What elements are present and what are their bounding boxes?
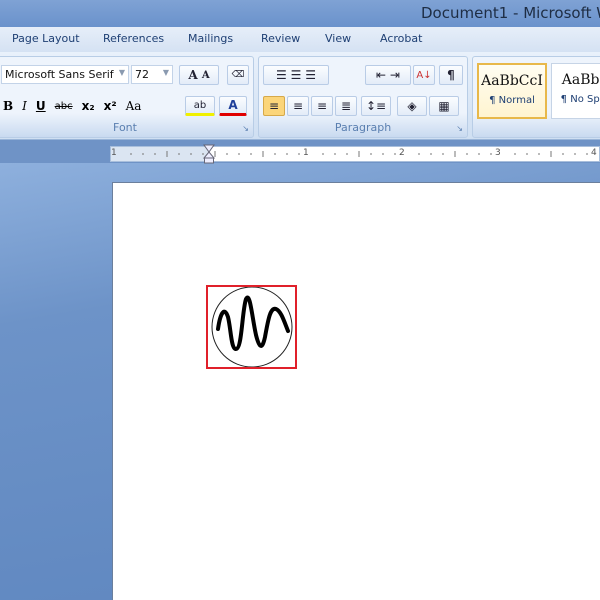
show-formatting-button[interactable]: ¶: [439, 65, 463, 85]
paragraph-group: ☰ ☰ ☰ ⇤ ⇥ A↓ ¶ ≡ ≡ ≡ ≣ ↕≡ ◈ ▦ Paragraph …: [258, 56, 468, 138]
ruler-label: 1: [303, 148, 309, 158]
multilevel-list-icon[interactable]: ☰: [305, 68, 316, 82]
indent-marker-icon[interactable]: [203, 144, 215, 164]
font-size-select[interactable]: 72 ▼: [131, 65, 173, 84]
style-normal[interactable]: AaBbCcI ¶ Normal: [477, 63, 547, 119]
paragraph-group-label: Paragraph: [334, 121, 392, 134]
style-no-spacing[interactable]: AaBbC ¶ No Spac: [551, 63, 600, 119]
dialog-launcher-icon[interactable]: ↘: [456, 124, 463, 133]
tab-review[interactable]: Review: [261, 32, 300, 45]
align-center-icon: ≡: [292, 99, 304, 113]
borders-icon: ▦: [438, 99, 450, 113]
bullets-icon[interactable]: ☰: [276, 68, 287, 82]
style-sample: AaBbC: [561, 72, 600, 88]
line-spacing-button[interactable]: ↕≡: [361, 96, 391, 116]
dialog-launcher-icon[interactable]: ↘: [242, 124, 249, 133]
tab-view[interactable]: View: [325, 32, 351, 45]
font-name-value: Microsoft Sans Serif: [5, 68, 114, 81]
underline-button[interactable]: U: [36, 99, 46, 113]
horizontal-ruler[interactable]: 1 1 2 3 4: [110, 144, 600, 164]
increase-indent-icon[interactable]: ⇥: [390, 68, 400, 82]
font-name-select[interactable]: Microsoft Sans Serif ▼: [1, 65, 129, 84]
font-color-icon: A: [228, 98, 238, 112]
grow-font-icon[interactable]: A: [188, 68, 197, 82]
decrease-indent-icon[interactable]: ⇤: [376, 68, 386, 82]
justify-icon: ≣: [340, 99, 352, 113]
font-size-value: 72: [135, 68, 149, 81]
borders-button[interactable]: ▦: [429, 96, 459, 116]
ruler-ticks: [130, 151, 588, 157]
font-group: Microsoft Sans Serif ▼ 72 ▼ A A ⌫ B I U ab…: [0, 56, 254, 138]
numbering-icon[interactable]: ☰: [291, 68, 302, 82]
align-center-button[interactable]: ≡: [287, 96, 309, 116]
style-name: ¶ No Spac: [560, 94, 600, 105]
change-case-button[interactable]: Aa: [126, 99, 142, 113]
align-left-icon: ≡: [268, 99, 280, 113]
align-right-icon: ≡: [316, 99, 328, 113]
title-bar: Document1 - Microsoft Wo: [0, 0, 600, 27]
highlighter-icon: ab: [193, 99, 207, 111]
window-title: Document1 - Microsoft Wo: [421, 4, 600, 22]
justify-button[interactable]: ≣: [335, 96, 357, 116]
align-right-button[interactable]: ≡: [311, 96, 333, 116]
tab-page-layout[interactable]: Page Layout: [12, 32, 80, 45]
ruler-label: 4: [591, 148, 597, 158]
ruler-label: 1: [111, 148, 117, 158]
font-format-buttons: B I U abc x₂ x² Aa: [3, 95, 181, 117]
tab-mailings[interactable]: Mailings: [188, 32, 233, 45]
ribbon: Microsoft Sans Serif ▼ 72 ▼ A A ⌫ B I U ab…: [0, 52, 600, 140]
chevron-down-icon: ▼: [162, 68, 169, 77]
tab-acrobat[interactable]: Acrobat: [380, 32, 422, 45]
eraser-icon: ⌫: [231, 70, 245, 80]
font-group-label: Font: [113, 121, 137, 134]
paint-bucket-icon: ◈: [407, 99, 417, 113]
font-color-button[interactable]: A: [219, 96, 247, 116]
grow-shrink-font-buttons[interactable]: A A: [179, 65, 219, 85]
align-left-button[interactable]: ≡: [263, 96, 285, 116]
italic-button[interactable]: I: [22, 99, 27, 113]
styles-group: AaBbCcI ¶ Normal AaBbC ¶ No Spac: [472, 56, 600, 138]
sort-icon: A↓: [416, 69, 432, 81]
document-page[interactable]: [112, 182, 600, 600]
list-buttons[interactable]: ☰ ☰ ☰: [263, 65, 329, 85]
chevron-down-icon: ▼: [118, 68, 125, 77]
ribbon-tabs: Page Layout References Mailings Review V…: [0, 27, 600, 52]
ruler-label: 2: [399, 148, 405, 158]
style-sample: AaBbCcI: [481, 73, 543, 89]
highlight-button[interactable]: ab: [185, 96, 215, 116]
strikethrough-button[interactable]: abc: [55, 101, 73, 112]
bold-button[interactable]: B: [3, 99, 13, 113]
sort-button[interactable]: A↓: [413, 65, 435, 85]
clear-formatting-button[interactable]: ⌫: [227, 65, 249, 85]
tab-references[interactable]: References: [103, 32, 164, 45]
superscript-button[interactable]: x²: [104, 99, 117, 113]
line-spacing-icon: ↕≡: [365, 99, 387, 113]
waveform-drawing-icon: [211, 286, 293, 368]
indent-buttons[interactable]: ⇤ ⇥: [365, 65, 411, 85]
shading-button[interactable]: ◈: [397, 96, 427, 116]
style-name: ¶ Normal: [489, 95, 535, 106]
shrink-font-icon[interactable]: A: [202, 70, 210, 81]
subscript-button[interactable]: x₂: [82, 99, 95, 113]
ruler-label: 3: [495, 148, 501, 158]
selected-image[interactable]: [206, 285, 297, 369]
